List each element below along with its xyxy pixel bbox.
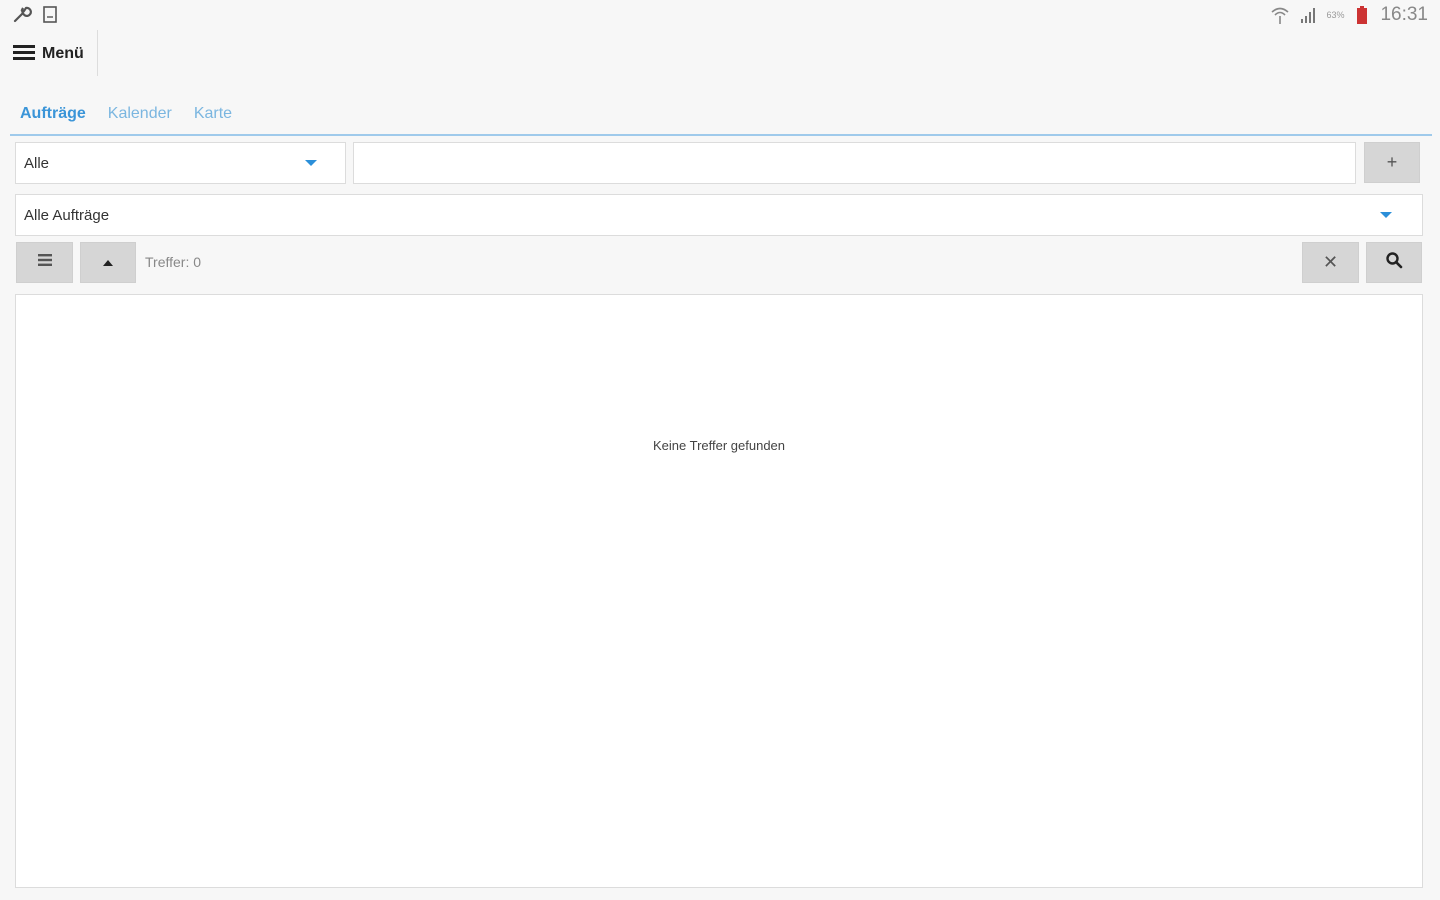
chevron-down-icon (305, 160, 317, 166)
list-view-button[interactable] (16, 242, 73, 283)
orders-select-value: Alle Aufträge (24, 206, 110, 224)
chevron-down-icon (1380, 212, 1392, 218)
tab-bar: Aufträge Kalender Karte (10, 96, 1432, 136)
status-bar-right: 63% 16:31 (1270, 4, 1428, 26)
close-icon: ✕ (1322, 252, 1339, 272)
results-panel: Keine Treffer gefunden (15, 294, 1423, 888)
orders-select[interactable]: Alle Aufträge (15, 194, 1423, 236)
search-button[interactable] (1366, 242, 1422, 283)
search-input[interactable] (353, 142, 1356, 184)
empty-results-message: Keine Treffer gefunden (652, 438, 786, 453)
category-select[interactable]: Alle (15, 142, 346, 184)
clipboard-icon (40, 4, 60, 24)
status-bar-left (12, 4, 60, 24)
clock: 16:31 (1380, 4, 1428, 25)
menu-label: Menü (42, 45, 84, 62)
menu-button[interactable]: Menü (12, 40, 84, 68)
signal-icon (1298, 5, 1318, 25)
category-select-value: Alle (24, 154, 50, 172)
battery-percent: 63% (1326, 10, 1345, 20)
search-icon (1385, 251, 1403, 274)
caret-up-icon (102, 254, 114, 272)
battery-icon (1352, 5, 1372, 25)
header-divider (97, 30, 98, 76)
add-button-label: + (1386, 152, 1398, 172)
add-button[interactable]: + (1364, 142, 1420, 183)
wrench-icon (12, 4, 32, 24)
tab-karte[interactable]: Karte (194, 105, 232, 125)
sort-up-button[interactable] (80, 242, 136, 283)
clear-button[interactable]: ✕ (1302, 242, 1359, 283)
wifi-icon (1270, 5, 1290, 25)
tab-kalender[interactable]: Kalender (108, 105, 172, 125)
status-bar: 63% 16:31 (0, 0, 1440, 30)
hamburger-icon (12, 42, 36, 67)
tab-auftraege[interactable]: Aufträge (20, 105, 86, 125)
list-icon (36, 253, 54, 272)
hits-count: Treffer: 0 (145, 254, 202, 270)
